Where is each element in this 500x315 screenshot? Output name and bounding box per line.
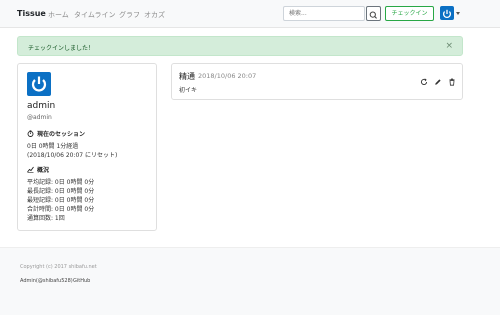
search-icon bbox=[369, 11, 377, 19]
stat-total: 合計時間: 0日 0時間 0分 bbox=[27, 206, 95, 213]
success-alert: チェックインしました！ × bbox=[17, 36, 463, 56]
edit-icon[interactable] bbox=[434, 71, 442, 85]
entry-date: 2018/10/06 20:07 bbox=[198, 72, 257, 80]
display-name: admin bbox=[27, 101, 56, 111]
session-heading: 現在のセッション bbox=[27, 129, 85, 139]
overview-heading: 概況 bbox=[27, 165, 49, 175]
footer-link-admin[interactable]: Admin(@shibafu528) bbox=[20, 278, 73, 284]
chart-line-icon bbox=[27, 166, 35, 175]
brand-logo[interactable]: Tissue bbox=[17, 9, 46, 18]
checkin-button[interactable]: チェックイン bbox=[385, 6, 434, 21]
footer: Copyright (c) 2017 shibafu.net Admin(@sh… bbox=[0, 247, 500, 315]
copyright: Copyright (c) 2017 shibafu.net bbox=[20, 264, 97, 270]
search-button[interactable] bbox=[366, 6, 381, 21]
session-reset-note: (2018/10/06 20:07 にリセット) bbox=[27, 152, 118, 159]
nav-link-graph[interactable]: グラフ bbox=[119, 10, 140, 20]
power-icon bbox=[442, 9, 452, 18]
entry-title[interactable]: 精通 bbox=[179, 71, 195, 82]
nav-link-okazu[interactable]: オカズ bbox=[144, 10, 165, 20]
stat-shortest: 最短記録: 0日 0時間 0分 bbox=[27, 197, 95, 204]
profile-card: admin @admin 現在のセッション 0日 0時間 1分経過 (2018/… bbox=[17, 63, 157, 231]
power-icon bbox=[31, 76, 47, 92]
trash-icon[interactable] bbox=[448, 71, 456, 86]
search-input[interactable] bbox=[283, 6, 365, 21]
stat-average: 平均記録: 0日 0時間 0分 bbox=[27, 179, 95, 186]
timer-icon bbox=[27, 130, 35, 139]
close-icon[interactable]: × bbox=[445, 41, 453, 51]
user-avatar-menu[interactable] bbox=[440, 6, 454, 20]
avatar[interactable] bbox=[27, 72, 51, 96]
entry-note: 初イキ bbox=[179, 87, 198, 94]
username: @admin bbox=[27, 114, 52, 121]
navbar: Tissue ホーム タイムライン グラフ オカズ チェックイン bbox=[0, 0, 500, 28]
chevron-down-icon[interactable] bbox=[456, 12, 460, 15]
nav-link-home[interactable]: ホーム bbox=[48, 10, 69, 20]
stat-count: 通算回数: 1回 bbox=[27, 215, 65, 222]
checkin-entry: 精通 2018/10/06 20:07 初イキ bbox=[171, 63, 463, 100]
nav-link-timeline[interactable]: タイムライン bbox=[74, 10, 116, 20]
refresh-icon[interactable] bbox=[420, 71, 428, 85]
stat-longest: 最長記録: 0日 0時間 0分 bbox=[27, 188, 95, 195]
session-elapsed: 0日 0時間 1分経過 bbox=[27, 143, 79, 150]
footer-link-github[interactable]: GitHub bbox=[73, 278, 90, 284]
alert-message: チェックインしました！ bbox=[28, 45, 95, 52]
